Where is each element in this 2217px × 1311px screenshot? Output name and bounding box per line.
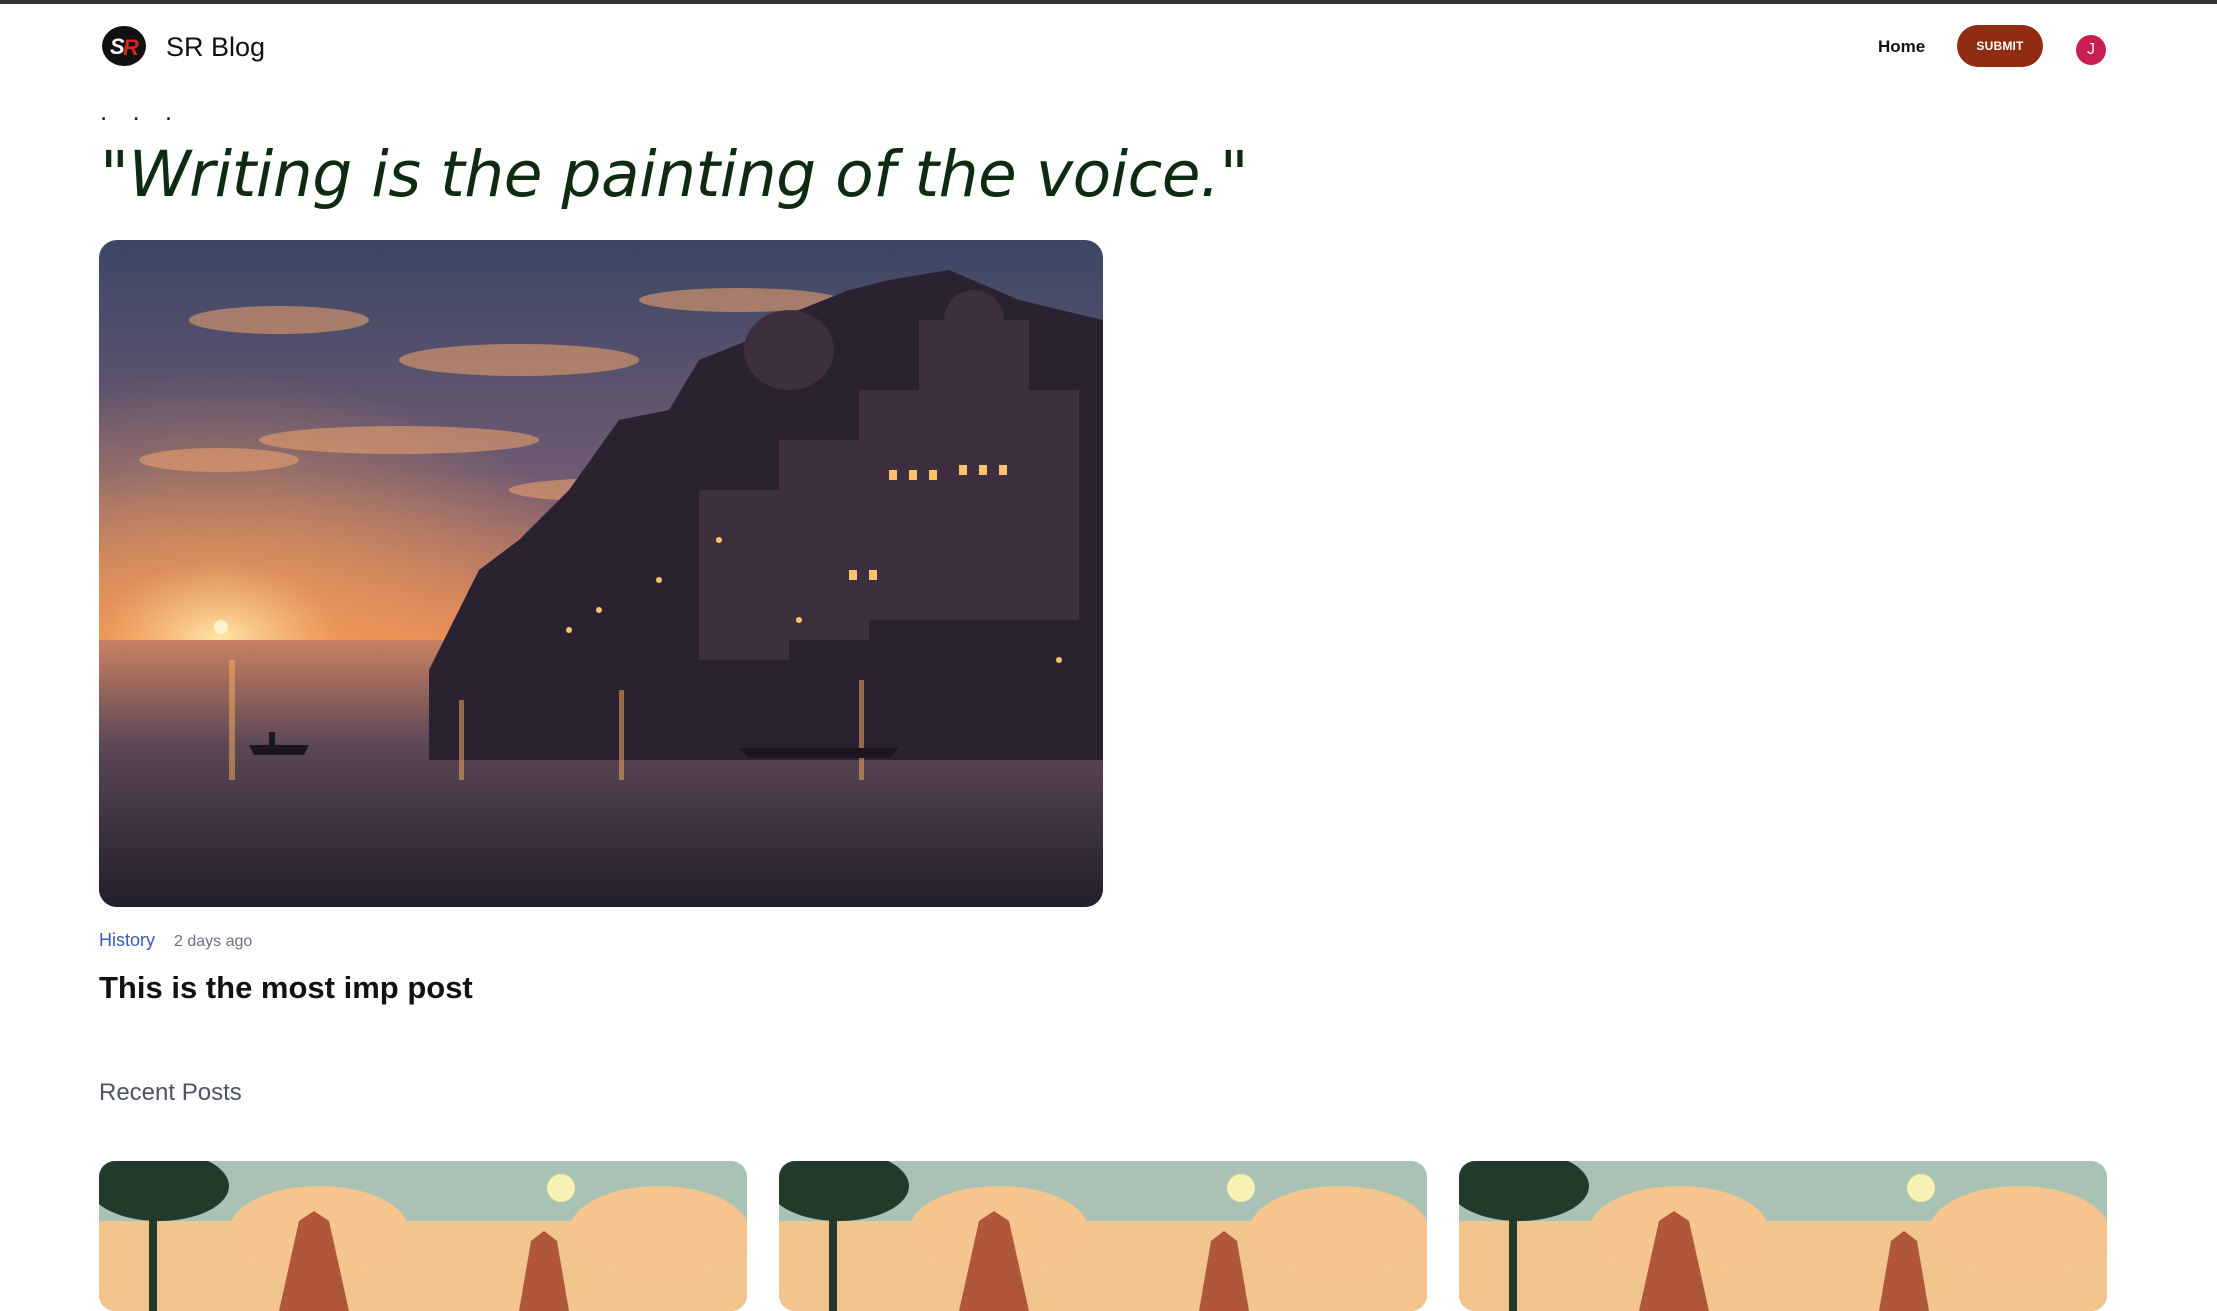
hero-quote: "Writing is the painting of the voice.": [100, 138, 1249, 211]
svg-text:R: R: [123, 35, 139, 60]
recent-post-card[interactable]: [99, 1161, 747, 1311]
riverside-city-sunset-image: [99, 240, 1103, 907]
ellipsis-decoration: . . .: [100, 96, 182, 126]
category-link[interactable]: History: [99, 930, 155, 950]
temple-sunset-image: [779, 1161, 1427, 1311]
navbar: S R SR Blog Home SUBMIT J: [0, 4, 2217, 90]
sr-logo-icon[interactable]: S R: [101, 25, 147, 67]
avatar[interactable]: J: [2076, 35, 2106, 65]
temple-sunset-image: [99, 1161, 747, 1311]
featured-post-meta: History 2 days ago: [99, 930, 252, 951]
recent-posts-heading: Recent Posts: [99, 1079, 242, 1106]
post-timestamp: 2 days ago: [174, 933, 253, 950]
recent-post-card[interactable]: [1459, 1161, 2107, 1311]
brand-name[interactable]: SR Blog: [166, 32, 265, 63]
recent-post-card[interactable]: [779, 1161, 1427, 1311]
submit-button[interactable]: SUBMIT: [1957, 25, 2043, 67]
featured-post-title[interactable]: This is the most imp post: [99, 970, 473, 1006]
nav-link-home[interactable]: Home: [1878, 37, 1925, 57]
temple-sunset-image: [1459, 1161, 2107, 1311]
featured-post-image[interactable]: [99, 240, 1103, 907]
